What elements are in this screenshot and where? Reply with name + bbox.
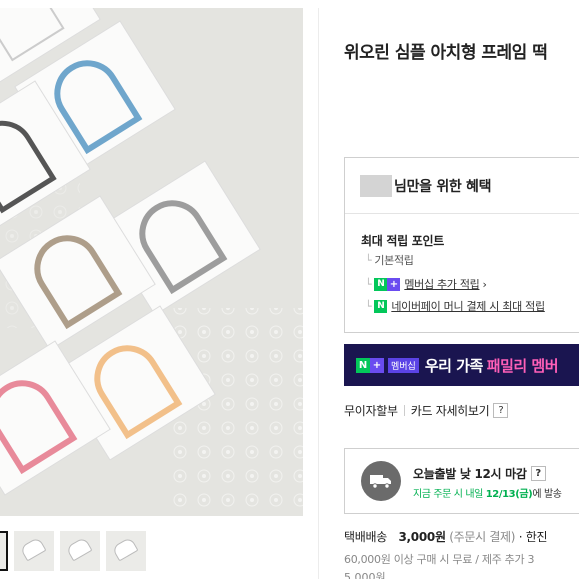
banner-highlight: 패밀리 멤버 <box>486 356 559 375</box>
benefit-heading: 님만을 위한 혜택 <box>394 178 492 195</box>
naver-plus-badge-icon: N + <box>374 277 401 291</box>
free-shipping-rule: 60,000원 이상 구매 시 무료 / 제주 추가 3 <box>344 553 535 566</box>
product-title: 위오린 심플 아치형 프레임 떡 <box>344 43 548 63</box>
payment-options: 무이자할부 카드 자세히보기 ? <box>344 402 509 419</box>
naver-plus-badge-icon: N + <box>356 357 384 373</box>
dispatch-deadline: 오늘출발 낮 12시 마감 ? <box>413 465 546 482</box>
delivery-label: 택배배송 <box>344 530 387 544</box>
shipping-info-box: 오늘출발 낮 12시 마감 ? 지금 주문 시 내일 12/13(금)에 발송 <box>344 448 579 514</box>
banner-text: 우리 가족 <box>424 356 483 375</box>
help-icon[interactable]: ? <box>530 466 546 481</box>
masked-user-name <box>360 174 392 197</box>
membership-points-link[interactable]: 멤버십 추가 적립 <box>404 276 479 292</box>
chevron-right-icon: › <box>482 277 487 291</box>
membership-banner[interactable]: N + 멤버십 우리 가족 패밀리 멤버 <box>344 344 579 386</box>
points-title: 최대 적립 포인트 <box>361 234 444 248</box>
thumbnail-selected[interactable] <box>0 531 8 571</box>
points-naverpay-row[interactable]: └ N 네이버페이 머니 결제 시 최대 적립 <box>365 298 545 314</box>
help-icon[interactable]: ? <box>493 403 509 418</box>
points-basic-row: └ 기본적립 <box>365 253 414 268</box>
dispatch-notice: 지금 주문 시 내일 12/13(금)에 발송 <box>413 489 562 500</box>
thumbnail-strip <box>0 531 146 573</box>
delivery-condition: (주문시 결제) <box>449 530 516 544</box>
membership-label: 멤버십 <box>388 357 419 373</box>
delivery-fee-row: 택배배송 3,000원 (주문시 결제) · 한진 <box>344 528 548 545</box>
points-basic-label: 기본적립 <box>374 254 414 267</box>
product-main-image[interactable] <box>0 8 303 516</box>
thumbnail[interactable] <box>14 531 54 571</box>
delivery-price: 3,000원 <box>398 530 446 544</box>
benefit-panel: 님만을 위한 혜택 최대 적립 포인트 └ 기본적립 └ N + 멤버십 추가 적… <box>344 157 579 333</box>
truck-icon <box>361 461 401 501</box>
thumbnail[interactable] <box>106 531 146 571</box>
naverpay-points-link[interactable]: 네이버페이 머니 결제 시 최대 적립 <box>391 298 545 314</box>
benefit-header: 님만을 위한 혜택 <box>345 158 579 214</box>
thumbnail[interactable] <box>60 531 100 571</box>
naverpay-icon: N <box>374 299 388 313</box>
column-divider <box>318 8 319 579</box>
delivery-extra: 5,000원 <box>344 571 386 579</box>
points-membership-row[interactable]: └ N + 멤버십 추가 적립 › <box>365 276 487 292</box>
installment-link[interactable]: 무이자할부 <box>344 402 398 419</box>
card-benefit-link[interactable]: 카드 자세히보기 <box>411 402 490 419</box>
delivery-carrier: · 한진 <box>518 530 548 544</box>
